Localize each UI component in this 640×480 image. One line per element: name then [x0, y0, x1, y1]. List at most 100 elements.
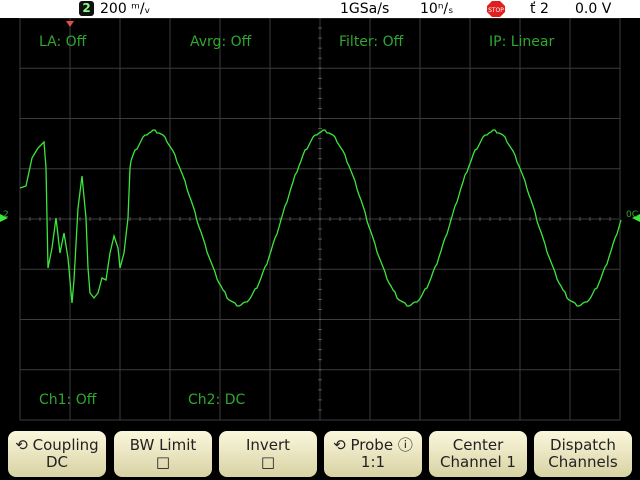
softkey-label: Invert	[245, 436, 291, 454]
trigger-level: 0.0 V	[575, 1, 612, 17]
grid-tick	[318, 208, 322, 210]
grid-tick	[359, 217, 361, 221]
channel-marker-label: 2	[3, 210, 9, 220]
grid-tick	[129, 217, 131, 221]
grid-tick	[318, 349, 322, 351]
grid-tick	[318, 158, 322, 160]
time-per-div: 10ⁿ/ₛ	[420, 1, 454, 17]
grid-tick	[489, 217, 491, 221]
grid-tick	[318, 369, 322, 371]
grid-tick	[318, 228, 322, 230]
grid-tick	[318, 107, 322, 109]
grid-tick	[409, 217, 411, 221]
grid-tick	[119, 217, 121, 221]
grid-tick	[589, 217, 591, 221]
grid-tick	[318, 188, 322, 190]
softkey-label: ⟲ Coupling	[15, 436, 99, 454]
grid-tick	[318, 389, 322, 391]
grid-tick	[318, 248, 322, 250]
grid-tick	[19, 217, 21, 221]
grid-tick	[539, 217, 541, 221]
softkey-label: Dispatch	[550, 436, 616, 454]
grid-tick	[529, 217, 531, 221]
dispatch-channels-softkey[interactable]: Dispatch Channels	[534, 431, 632, 477]
svg-text:STOP: STOP	[488, 7, 504, 14]
grid-tick	[549, 217, 551, 221]
grid-tick	[509, 217, 511, 221]
grid-tick	[269, 217, 271, 221]
grid-tick	[69, 217, 71, 221]
grid-tick	[609, 217, 611, 221]
waveform-display[interactable]: LA: Off Avrg: Off Filter: Off IP: Linear…	[0, 18, 640, 428]
coupling-softkey[interactable]: ⟲ Coupling DC	[8, 431, 106, 477]
grid-tick	[318, 57, 322, 59]
grid-tick	[459, 217, 461, 221]
grid-tick	[318, 308, 322, 310]
grid-tick	[229, 217, 231, 221]
sample-rate: 1GSa/s	[340, 1, 390, 17]
grid-tick	[318, 138, 322, 140]
grid-tick	[318, 329, 322, 331]
grid-tick	[318, 339, 322, 341]
softkey-value: DC	[45, 453, 69, 471]
grid-tick	[318, 178, 322, 180]
grid-tick	[379, 217, 381, 221]
softkey-label: Center	[452, 436, 504, 454]
softkey-label: BW Limit	[129, 436, 197, 454]
grid-tick	[329, 217, 331, 221]
grid-tick	[179, 217, 181, 221]
grid-tick	[189, 217, 191, 221]
trigger-position-marker	[66, 21, 74, 27]
grid-tick	[318, 37, 322, 39]
grid-tick	[149, 217, 151, 221]
grid-tick	[318, 97, 322, 99]
grid-tick	[318, 409, 322, 411]
ch1-status: Ch1: Off	[39, 392, 97, 408]
grid-tick	[318, 268, 322, 270]
grid-tick	[79, 217, 81, 221]
grid-tick	[318, 198, 322, 200]
grid-tick	[139, 217, 141, 221]
probe-softkey[interactable]: ⟲ Probe ⓘ 1:1	[324, 431, 422, 477]
grid-tick	[209, 217, 211, 221]
grid-tick	[469, 217, 471, 221]
grid-tick	[429, 217, 431, 221]
grid-tick	[318, 379, 322, 381]
grid-tick	[289, 217, 291, 221]
channel-badge[interactable]: 2	[79, 1, 94, 16]
grid-tick	[249, 217, 251, 221]
softkey-value: □	[155, 453, 171, 471]
grid-tick	[318, 148, 322, 150]
center-channel-softkey[interactable]: Center Channel 1	[429, 431, 527, 477]
grid-tick	[339, 217, 341, 221]
grid-tick	[219, 217, 221, 221]
grid-tick	[499, 217, 501, 221]
grid-tick	[49, 217, 51, 221]
ch2-status: Ch2: DC	[188, 392, 246, 408]
grid-tick	[318, 77, 322, 79]
grid-tick	[569, 217, 571, 221]
grid-tick	[318, 118, 322, 119]
grid-tick	[419, 217, 421, 221]
grid-tick	[369, 217, 371, 221]
grid-tick	[318, 399, 322, 401]
invert-softkey[interactable]: Invert □	[219, 431, 317, 477]
grid-lines	[19, 18, 621, 421]
grid-tick	[29, 217, 31, 221]
grid-tick	[59, 217, 61, 221]
grid-tick	[318, 18, 322, 19]
grid-tick	[318, 258, 322, 260]
grid-tick	[439, 217, 441, 221]
la-status: LA: Off	[39, 34, 87, 50]
softkey-bar: ⟲ Coupling DC BW Limit □ Invert □ ⟲ Prob…	[0, 428, 640, 480]
grid-tick	[318, 359, 322, 361]
average-status: Avrg: Off	[190, 34, 252, 50]
stop-icon: STOP	[487, 1, 505, 17]
grid-tick	[579, 217, 581, 221]
grid-tick	[318, 168, 322, 170]
grid-tick	[318, 128, 322, 130]
bw-limit-softkey[interactable]: BW Limit □	[114, 431, 212, 477]
grid-tick	[318, 288, 322, 290]
grid-tick	[169, 217, 171, 221]
grid-tick	[199, 217, 201, 221]
